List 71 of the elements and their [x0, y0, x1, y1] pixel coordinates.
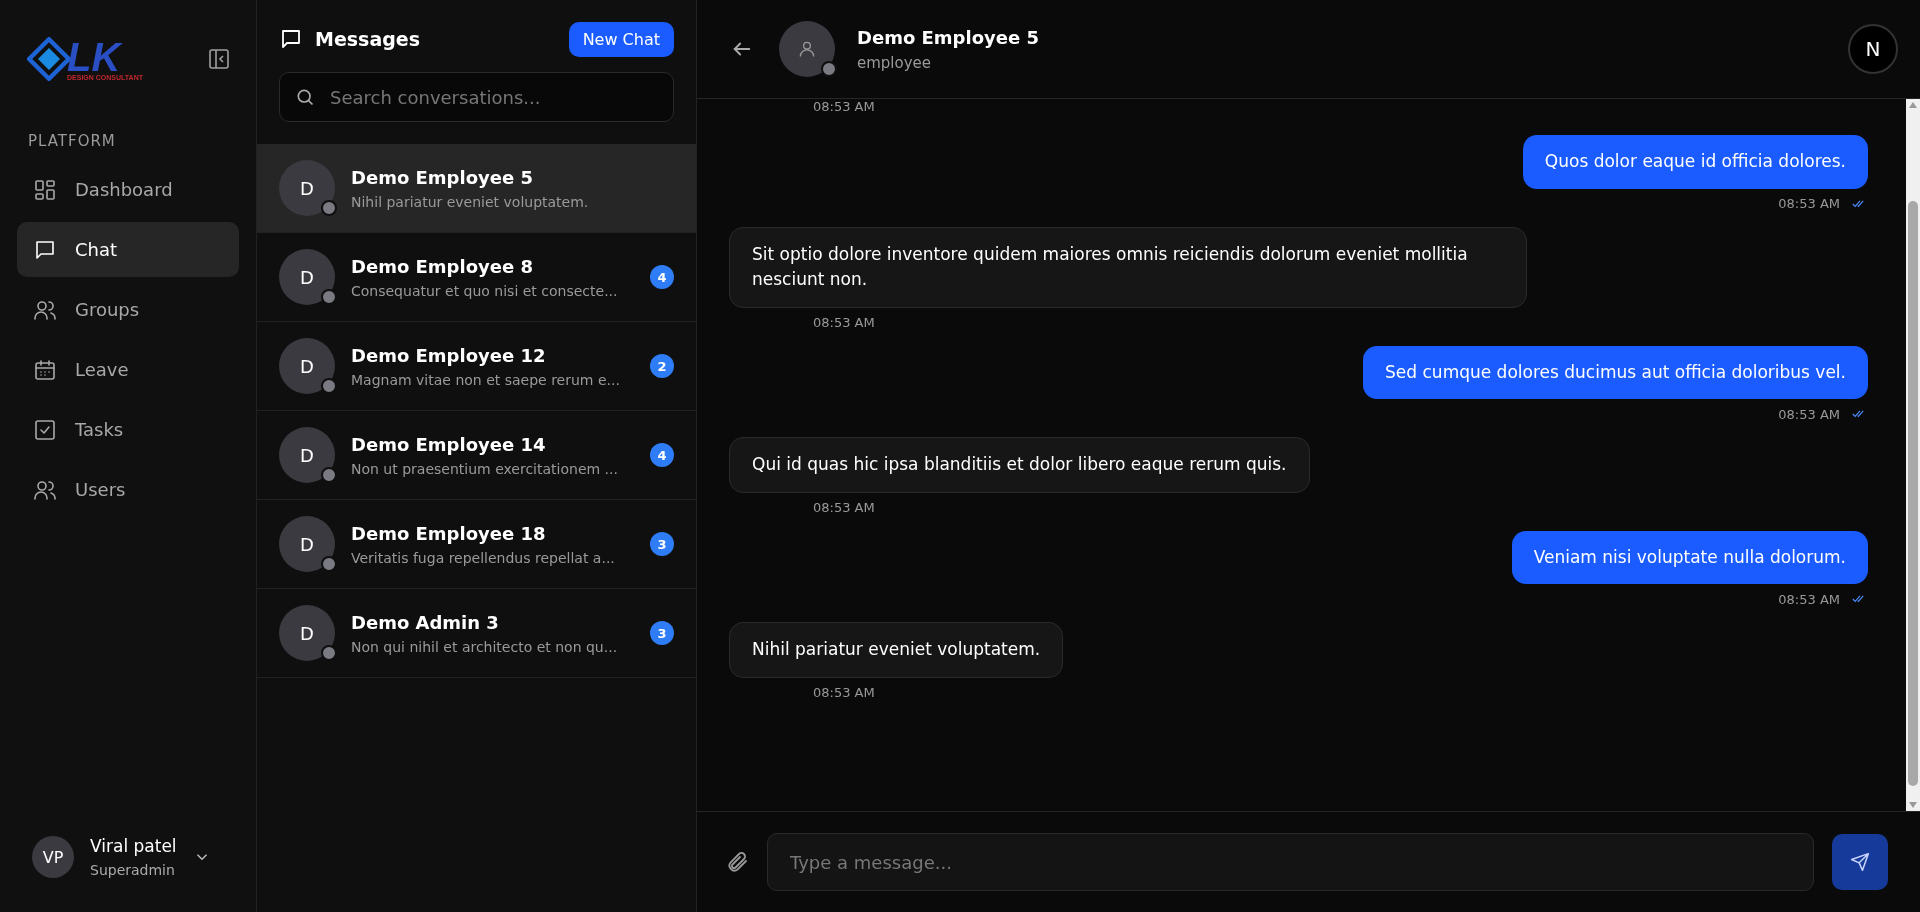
- tasks-icon: [33, 417, 57, 442]
- dashboard-icon: [33, 177, 57, 202]
- conversation-item[interactable]: D Demo Employee 8 Consequatur et quo nisi et consecte... 4: [257, 233, 696, 322]
- contact-name: Demo Employee 14: [351, 433, 547, 455]
- corner-badge[interactable]: N: [1848, 24, 1898, 74]
- conversation-item[interactable]: D Demo Employee 12 Magnam vitae non et saepe rerum e... 2: [257, 322, 696, 411]
- message-input[interactable]: Type a message...: [767, 833, 1814, 891]
- user-avatar: VP: [32, 836, 74, 878]
- unread-count: 3: [650, 621, 674, 645]
- nav-item[interactable]: Tasks: [17, 402, 239, 457]
- message-time: 08:53 AM: [1778, 591, 1840, 607]
- message-preview: Veritatis fuga repellendus repellat a...: [351, 549, 616, 566]
- logo-text: LK: [67, 37, 123, 76]
- contact-name: Demo Employee 5: [857, 26, 1040, 48]
- nav-item[interactable]: Users: [17, 462, 239, 517]
- person-icon: [797, 39, 817, 59]
- contact-avatar: D: [279, 249, 335, 305]
- panel-title: Messages: [315, 28, 421, 50]
- message-preview: Magnam vitae non et saepe rerum e...: [351, 371, 621, 388]
- message-preview: Consequatur et quo nisi et consecte...: [351, 282, 619, 299]
- contact-role: employee: [857, 53, 933, 72]
- unread-count: 4: [650, 265, 674, 289]
- contact-name: Demo Admin 3: [351, 611, 500, 633]
- section-label: PLATFORM: [28, 132, 117, 150]
- sent-message: Veniam nisi voluptate nulla dolorum.: [1511, 530, 1868, 584]
- message-time: 08:53 AM: [812, 99, 876, 116]
- message-time: 08:53 AM: [812, 500, 875, 515]
- message-time: 08:53 AM: [812, 685, 875, 700]
- message-preview: Non ut praesentium exercitationem ...: [351, 460, 619, 477]
- message-preview: Nihil pariatur eveniet voluptatem.: [351, 193, 590, 210]
- contact-name: Demo Employee 18: [351, 522, 547, 544]
- user-role: Superadmin: [90, 862, 176, 878]
- message-preview: Non qui nihil et architecto et non qu...: [351, 638, 619, 655]
- nav-item[interactable]: Dashboard: [17, 162, 239, 217]
- paperclip-icon[interactable]: [725, 850, 749, 874]
- sent-message: Sed cumque dolores ducimus aut officia doloribus vel.: [1363, 345, 1868, 399]
- sidebar-toggle-icon[interactable]: [207, 47, 231, 71]
- user-name: Viral patel: [90, 836, 177, 856]
- user-menu[interactable]: VP Viral patel Superadmin: [17, 802, 239, 912]
- nav-item[interactable]: Groups: [17, 282, 239, 337]
- nav-item[interactable]: Chat: [17, 222, 239, 277]
- contact-avatar: D: [279, 605, 335, 661]
- nav-item[interactable]: Leave: [17, 342, 239, 397]
- search-icon: [295, 87, 315, 107]
- sent-message: Quos dolor eaque id officia dolores.: [1522, 135, 1868, 189]
- send-icon: [1850, 852, 1870, 872]
- contact-avatar: D: [279, 338, 335, 394]
- conversation-item[interactable]: D Demo Admin 3 Non qui nihil et architecto et non qu... 3: [257, 589, 696, 678]
- unread-count: 3: [650, 532, 674, 556]
- chat-bubble-icon: [279, 27, 303, 51]
- received-message: Nihil pariatur eveniet voluptatem.: [729, 622, 1064, 678]
- send-button[interactable]: [1832, 834, 1888, 890]
- new-chat-button[interactable]: New Chat: [568, 21, 674, 57]
- unread-count: 4: [650, 443, 674, 467]
- contact-name: Demo Employee 12: [351, 344, 547, 366]
- calendar-icon: [33, 357, 57, 382]
- received-message: Qui id quas hic ipsa blanditiis et dolor libero eaque rerum quis.: [729, 437, 1310, 493]
- contact-avatar: D: [279, 516, 335, 572]
- contact-name: Demo Employee 5: [351, 166, 534, 188]
- conversation-item[interactable]: D Demo Employee 18 Veritatis fuga repellendus repellat a... 3: [257, 500, 696, 589]
- contact-avatar: D: [279, 427, 335, 483]
- conversation-item[interactable]: D Demo Employee 14 Non ut praesentium exercitationem ... 4: [257, 411, 696, 500]
- conversation-item[interactable]: D Demo Employee 5 Nihil pariatur eveniet voluptatem.: [257, 144, 696, 233]
- contact-name: Demo Employee 8: [351, 255, 534, 277]
- message-time: 08:53 AM: [812, 315, 875, 330]
- message-time: 08:53 AM: [1778, 406, 1840, 422]
- unread-count: 2: [650, 354, 674, 378]
- search-field[interactable]: Search conversations...: [279, 72, 674, 122]
- received-message: Sit optio dolore inventore quidem maiores omnis reiciendis dolorum eveniet mollitia nesciunt non.: [729, 226, 1527, 308]
- message-time: 08:53 AM: [1778, 196, 1840, 211]
- contact-avatar: D: [279, 160, 335, 216]
